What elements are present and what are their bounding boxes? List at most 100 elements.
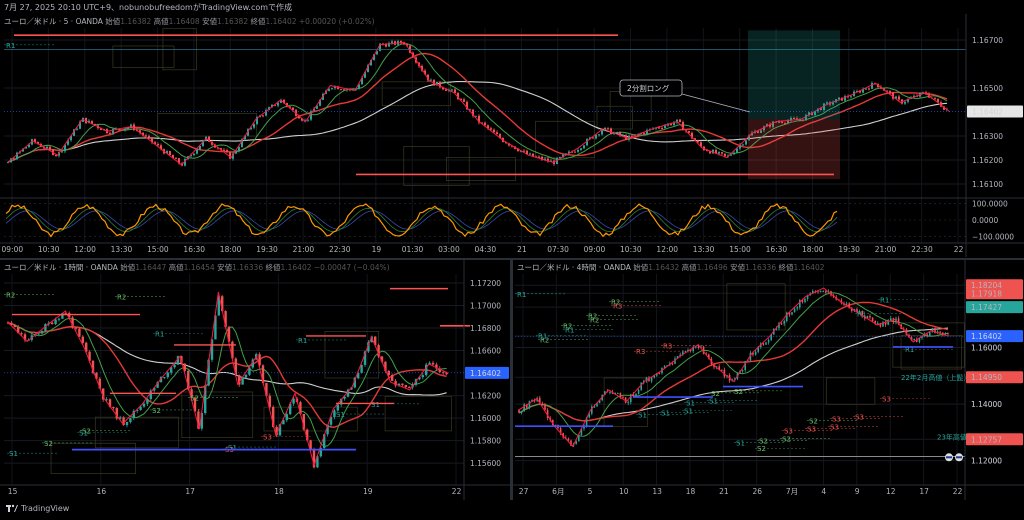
time-axis-label: 22:30 [329,245,351,254]
chart-4h[interactable]: R1R2R3S1S2S3R1S1S2S3R1R2R3S1S2S3R1R2S1S2… [513,260,1024,500]
candle-body [541,403,544,405]
pivot-label-s2: S2 [734,388,743,396]
price-axis-label: 1.17200 [470,279,501,288]
price-axis-label: 1.17000 [470,302,501,311]
candle-body [796,307,798,309]
candle-body [112,406,115,409]
chart-panel-1h[interactable]: ユーロ／米ドル · 1時間 · OANDA 始値1.16447 高値1.1645… [0,260,510,500]
sma-mid-line [7,322,447,428]
oscillator-axis-label: −100.0000 [972,233,1014,242]
candle-body [493,129,495,133]
candle-body [622,397,624,399]
candle-body [529,153,531,155]
pivot-label-r2: R2 [117,294,126,302]
candle-body [783,321,785,324]
candle-body [391,374,394,381]
pivot-label-s1: S1 [371,401,380,409]
chart-panel-4h[interactable]: ユーロ／米ドル · 4時間 · OANDA 始値1.16432 高値1.1649… [513,260,1024,500]
candle-body [609,392,611,394]
time-axis-label: 19 [363,487,373,496]
pivot-label-s2: S2 [190,395,199,403]
price-axis-label: 1.16100 [972,180,1003,189]
time-axis-label: 16:30 [766,245,788,254]
session-box [384,395,452,432]
chart-1h[interactable]: R2S1S2S3R1S1S2R2S2S3S1S1S2R1S11.172001.1… [0,260,510,500]
time-axis-label: 07:30 [547,245,569,254]
session-box [157,113,258,137]
candle-body [37,333,40,335]
session-box [535,120,595,159]
candle-body [520,411,523,413]
candle-body [51,322,54,325]
sma-short-line [518,292,949,437]
candle-body [340,89,342,91]
candle-body [385,44,387,47]
ohlc-close-label: 終値 [265,263,281,272]
candle-body [658,373,661,375]
candle-body [913,338,915,341]
pivot-label-s3: S3 [830,423,839,431]
ohlc-high: 1.16408 [168,17,200,26]
candle-body [484,122,486,126]
time-axis-label: 19:30 [256,245,278,254]
candle-body [742,144,744,146]
pivot-label-r1: R1 [6,42,15,50]
candle-body [791,312,793,315]
ohlc-close: 1.16402 [793,263,825,272]
current-price-label: 1.16402 [972,108,1003,117]
candle-body [285,414,288,421]
pivot-label-s1: S1 [709,398,718,406]
candle-body [627,402,629,404]
candle-body [780,323,783,325]
candle-body [817,291,819,293]
footer: TradingView [6,504,69,513]
candle-body [408,387,411,389]
candle-body [637,389,640,394]
ohlc-change: +0.00020 (+0.02%) [298,17,375,26]
candle-body [904,101,906,104]
pivot-label-r3: R3 [636,348,645,356]
session-box [596,105,633,130]
candle-body [819,290,822,293]
pivot-label-s1: S1 [9,450,18,458]
candle-body [74,327,78,329]
candle-body [277,102,279,106]
time-axis-label: 01:30 [402,245,424,254]
pivot-label-s3: S3 [855,414,864,422]
symbol-title: ユーロ／米ドル · 4時間 · OANDA [517,263,631,272]
ohlc-open: 1.16382 [120,17,152,26]
candle-body [679,119,681,123]
candle-body [226,150,228,153]
candle-body [163,377,166,379]
time-axis-label: 18 [274,487,284,496]
time-axis-label: 04:30 [475,245,497,254]
price-axis-label: 1.12000 [971,457,1002,466]
candle-body [124,128,126,131]
candle-body [528,401,531,408]
time-axis-label: 21 [719,487,729,496]
time-axis-label: 9 [855,487,860,496]
ohlc-open: 1.16447 [135,263,167,272]
time-axis-label: 17 [919,487,929,496]
pivot-label-r1: R1 [155,331,164,339]
candle-body [947,333,949,335]
session-box [446,157,516,181]
candle-body [926,334,928,336]
candle-body [262,115,264,117]
candle-body [724,153,726,156]
candle-body [869,315,871,318]
candle-body [169,151,171,155]
candle-body [671,363,674,365]
candle-body [490,128,492,130]
candle-body [601,130,603,135]
pivot-label-r2: R2 [563,322,572,330]
sma-long-line [518,327,949,422]
pivot-label-s1: S1 [638,412,647,420]
price-axis-label: 1.17427 [971,303,1002,312]
candle-body [934,98,936,100]
chart-5m[interactable]: R1 1.16700 1.16500 1.16300 1.16200 1.16100 1.1… [0,14,1024,257]
candle-body [598,134,600,136]
pivot-label-s3: S3 [263,434,272,442]
chart-panel-5m[interactable]: ユーロ／米ドル · 5 · OANDA 始値1.16382 高値1.16408 … [0,14,1024,257]
candle-body [877,323,879,325]
